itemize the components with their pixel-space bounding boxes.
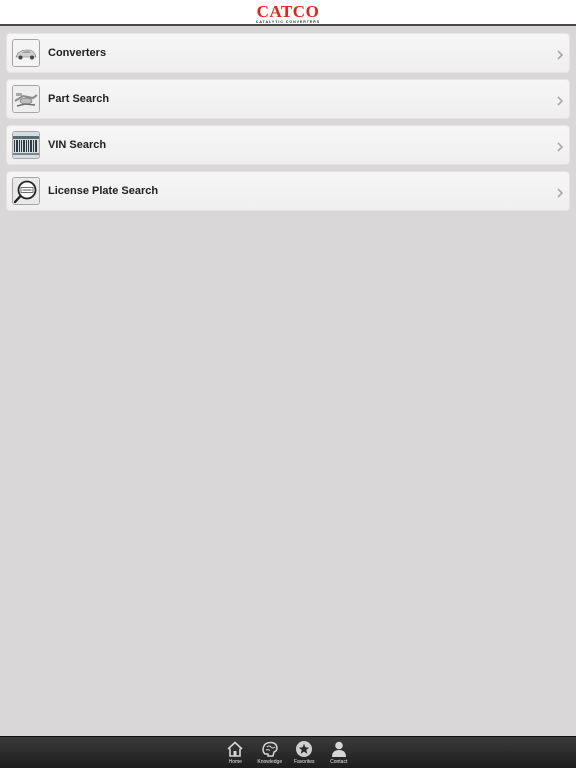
tab-home[interactable]: Home (218, 740, 253, 765)
tab-favorites[interactable]: Favorites (287, 740, 322, 765)
menu-item-license-plate-search[interactable]: License Plate Search (6, 171, 570, 211)
bottom-tab-bar: Home Knowledge Favorites Contact (0, 736, 576, 768)
star-icon (287, 740, 322, 758)
menu-item-converters[interactable]: Converters (6, 33, 570, 73)
catco-logo: CATCO CATALYTIC CONVERTERS (256, 3, 320, 25)
tab-contact[interactable]: Contact (322, 740, 357, 765)
chevron-right-icon (557, 47, 564, 65)
logo-subtitle: CATALYTIC CONVERTERS (255, 20, 321, 24)
tab-group: Home Knowledge Favorites Contact (218, 740, 356, 765)
brain-icon (253, 740, 288, 758)
menu-item-label: VIN Search (48, 139, 107, 151)
menu-item-part-search[interactable]: Part Search (6, 79, 570, 119)
chevron-right-icon (557, 139, 564, 157)
tab-label: Knowledge (257, 759, 283, 765)
menu-item-label: License Plate Search (48, 185, 159, 197)
tab-label: Favorites (293, 759, 315, 765)
logo-text: CATCO (256, 2, 320, 21)
tab-label: Contact (330, 759, 348, 765)
menu-item-label: Converters (48, 47, 107, 59)
main-menu-list: Converters Part Search VIN Search Licens… (6, 33, 570, 217)
chevron-right-icon (557, 93, 564, 111)
car-icon (12, 39, 40, 67)
app-screen: CATCO CATALYTIC CONVERTERS Converters Pa… (0, 0, 576, 768)
exhaust-parts-icon (12, 85, 40, 113)
chevron-right-icon (557, 185, 564, 203)
barcode-icon (12, 131, 40, 159)
home-icon (218, 740, 253, 758)
tab-label: Home (228, 759, 242, 765)
header-bar: CATCO CATALYTIC CONVERTERS (0, 0, 576, 26)
person-icon (322, 740, 357, 758)
menu-item-label: Part Search (48, 93, 110, 105)
menu-item-vin-search[interactable]: VIN Search (6, 125, 570, 165)
license-plate-magnifier-icon (12, 177, 40, 205)
tab-knowledge[interactable]: Knowledge (253, 740, 288, 765)
